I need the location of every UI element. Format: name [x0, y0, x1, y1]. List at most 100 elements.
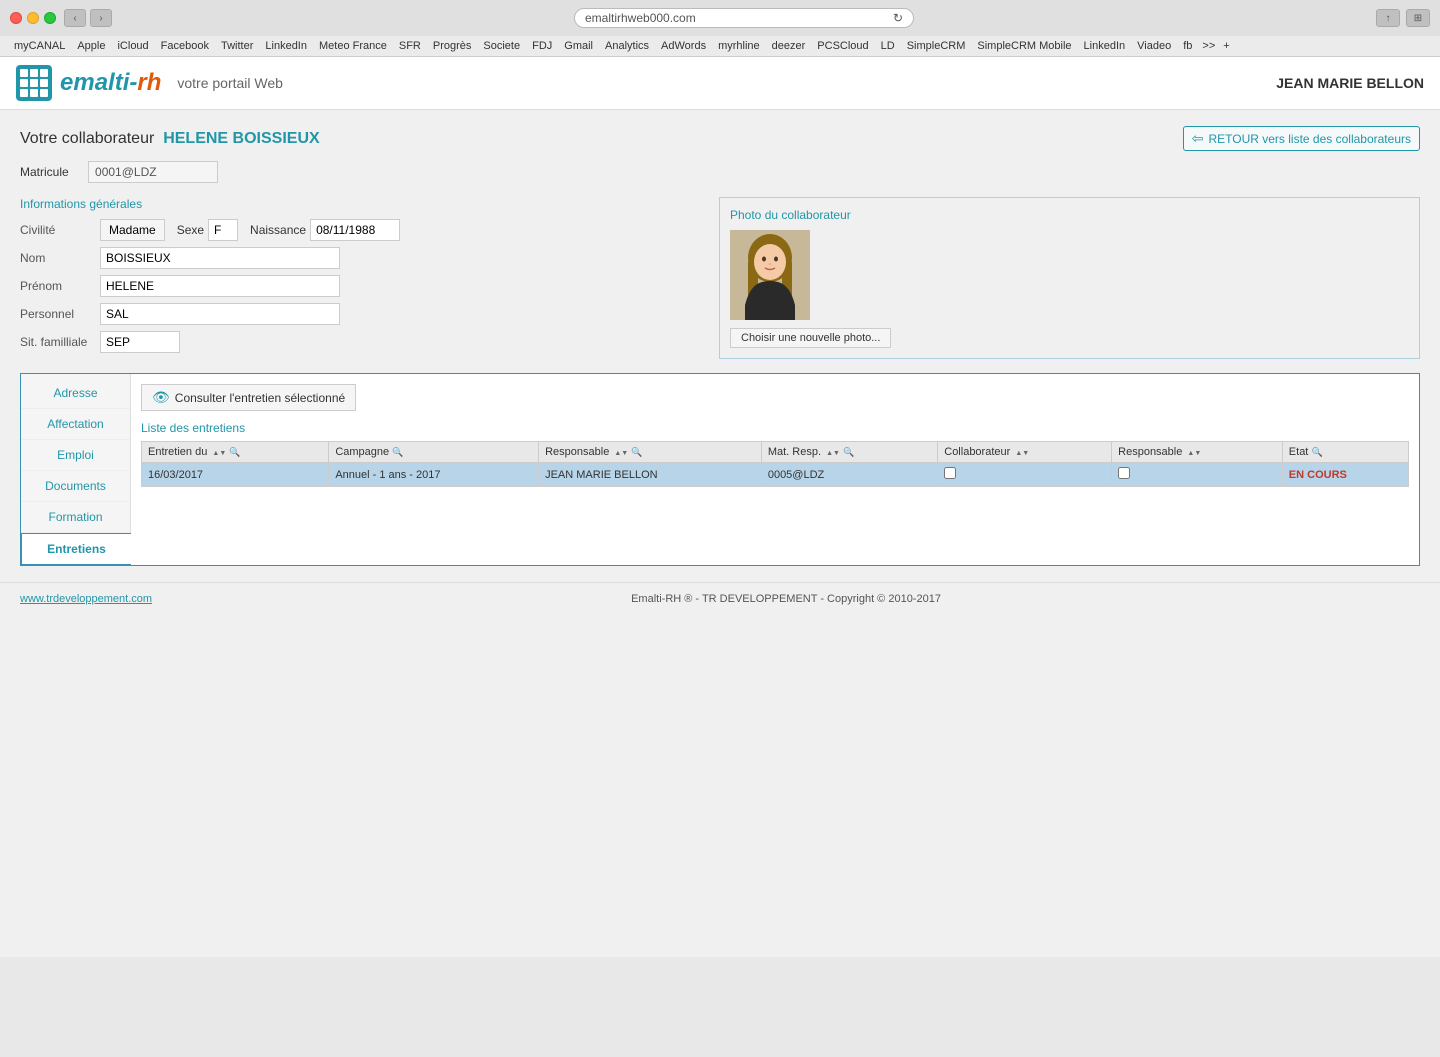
col-etat[interactable]: Etat 🔍 — [1282, 442, 1408, 463]
page-title-prefix: Votre collaborateur — [20, 130, 154, 147]
tab-adresse[interactable]: Adresse — [21, 378, 130, 409]
prenom-input[interactable] — [100, 275, 340, 297]
tab-documents[interactable]: Documents — [21, 471, 130, 502]
search-mat-icon[interactable]: 🔍 — [843, 447, 854, 457]
personnel-input[interactable] — [100, 303, 340, 325]
sort-mat-icon[interactable]: ▲▼ — [826, 450, 840, 457]
footer-link[interactable]: www.trdeveloppement.com — [20, 593, 152, 605]
address-bar-wrap: emaltirhweb000.com ↻ — [120, 8, 1368, 28]
new-tab-button[interactable]: ⊞ — [1406, 9, 1430, 27]
collab-checkbox[interactable] — [944, 467, 956, 479]
bookmarks-more[interactable]: >> — [1198, 39, 1219, 53]
cell-responsable-check[interactable] — [1112, 463, 1283, 487]
nom-row: Nom — [20, 247, 699, 269]
sexe-input[interactable] — [208, 219, 238, 241]
tabs-panel: Adresse Affectation Emploi Documents For… — [20, 373, 1420, 566]
bookmark-icloud[interactable]: iCloud — [111, 39, 154, 53]
sort-resp2-icon[interactable]: ▲▼ — [1187, 450, 1201, 457]
bookmark-meteo[interactable]: Meteo France — [313, 39, 393, 53]
bookmark-myrhline[interactable]: myrhline — [712, 39, 766, 53]
bookmark-simplecrm[interactable]: SimpleCRM — [901, 39, 972, 53]
address-bar[interactable]: emaltirhweb000.com ↻ — [574, 8, 914, 28]
bookmark-linkedin[interactable]: LinkedIn — [259, 39, 313, 53]
col-collaborateur-label: Collaborateur — [944, 446, 1010, 458]
civilite-value[interactable]: Madame — [100, 219, 165, 241]
bookmark-ld[interactable]: LD — [875, 39, 901, 53]
browser-titlebar: ‹ › emaltirhweb000.com ↻ ↑ ⊞ — [0, 0, 1440, 36]
bookmarks-add[interactable]: + — [1219, 39, 1233, 53]
bookmark-simplecrm-mobile[interactable]: SimpleCRM Mobile — [971, 39, 1077, 53]
table-row[interactable]: 16/03/2017 Annuel - 1 ans - 2017 JEAN MA… — [142, 463, 1409, 487]
bookmarks-bar: myCANAL Apple iCloud Facebook Twitter Li… — [0, 36, 1440, 57]
naissance-input[interactable] — [310, 219, 400, 241]
search-date-icon[interactable]: 🔍 — [229, 447, 240, 457]
bookmark-twitter[interactable]: Twitter — [215, 39, 259, 53]
bookmark-mycanal[interactable]: myCANAL — [8, 39, 71, 53]
tab-entretiens[interactable]: Entretiens — [21, 533, 131, 565]
logo-tagline: votre portail Web — [177, 75, 283, 91]
bookmark-adwords[interactable]: AdWords — [655, 39, 712, 53]
back-to-list-button[interactable]: ⇦ RETOUR vers liste des collaborateurs — [1183, 126, 1420, 151]
bookmark-gmail[interactable]: Gmail — [558, 39, 599, 53]
civilite-group: Madame Sexe Naissance — [100, 219, 400, 241]
entretiens-table: Entretien du ▲▼ 🔍 Campagne 🔍 Responsable… — [141, 441, 1409, 487]
col-mat-resp[interactable]: Mat. Resp. ▲▼ 🔍 — [761, 442, 937, 463]
tab-formation[interactable]: Formation — [21, 502, 130, 533]
browser-chrome: ‹ › emaltirhweb000.com ↻ ↑ ⊞ myCANAL App… — [0, 0, 1440, 57]
bookmark-analytics[interactable]: Analytics — [599, 39, 655, 53]
url-text: emaltirhweb000.com — [585, 11, 696, 25]
back-nav-button[interactable]: ‹ — [64, 9, 86, 27]
close-button[interactable] — [10, 12, 22, 24]
bookmark-progres[interactable]: Progrès — [427, 39, 478, 53]
consult-button[interactable]: 👁 Consulter l'entretien sélectionné — [141, 384, 356, 411]
col-date[interactable]: Entretien du ▲▼ 🔍 — [142, 442, 329, 463]
search-resp-icon[interactable]: 🔍 — [631, 447, 642, 457]
sort-resp-icon[interactable]: ▲▼ — [614, 450, 628, 457]
col-collaborateur[interactable]: Collaborateur ▲▼ — [938, 442, 1112, 463]
bookmark-apple[interactable]: Apple — [71, 39, 111, 53]
choose-photo-button[interactable]: Choisir une nouvelle photo... — [730, 328, 891, 348]
bookmark-viadeo[interactable]: Viadeo — [1131, 39, 1177, 53]
nom-label: Nom — [20, 251, 100, 265]
col-responsable[interactable]: Responsable ▲▼ 🔍 — [539, 442, 762, 463]
sit-fam-input[interactable] — [100, 331, 180, 353]
page-footer: www.trdeveloppement.com Emalti-RH ® - TR… — [0, 582, 1440, 615]
tab-emploi[interactable]: Emploi — [21, 440, 130, 471]
photo-area: Choisir une nouvelle photo... — [730, 230, 1409, 348]
col-responsable2-label: Responsable — [1118, 446, 1182, 458]
general-info-title[interactable]: Informations générales — [20, 197, 699, 211]
bookmark-linkedin2[interactable]: LinkedIn — [1078, 39, 1132, 53]
bookmark-sfr[interactable]: SFR — [393, 39, 427, 53]
search-campagne-icon[interactable]: 🔍 — [392, 447, 403, 457]
naissance-label: Naissance — [250, 223, 306, 237]
sort-date-icon[interactable]: ▲▼ — [212, 450, 226, 457]
bookmark-facebook[interactable]: Facebook — [155, 39, 215, 53]
cell-campagne: Annuel - 1 ans - 2017 — [329, 463, 539, 487]
cell-collaborateur-check[interactable] — [938, 463, 1112, 487]
nom-input[interactable] — [100, 247, 340, 269]
forward-nav-button[interactable]: › — [90, 9, 112, 27]
search-etat-icon[interactable]: 🔍 — [1311, 447, 1322, 457]
bookmark-societe[interactable]: Societe — [477, 39, 526, 53]
nav-buttons: ‹ › — [64, 9, 112, 27]
bookmark-fdj[interactable]: FDJ — [526, 39, 558, 53]
share-button[interactable]: ↑ — [1376, 9, 1400, 27]
bookmark-deezer[interactable]: deezer — [766, 39, 812, 53]
refresh-icon[interactable]: ↻ — [893, 11, 903, 25]
col-campagne[interactable]: Campagne 🔍 — [329, 442, 539, 463]
photo-title[interactable]: Photo du collaborateur — [730, 208, 1409, 222]
bookmark-fb[interactable]: fb — [1177, 39, 1198, 53]
col-responsable2[interactable]: Responsable ▲▼ — [1112, 442, 1283, 463]
entretiens-content: 👁 Consulter l'entretien sélectionné List… — [131, 374, 1419, 565]
minimize-button[interactable] — [27, 12, 39, 24]
eye-icon: 👁 — [152, 389, 170, 406]
sort-collab-icon[interactable]: ▲▼ — [1015, 450, 1029, 457]
resp-checkbox[interactable] — [1118, 467, 1130, 479]
matricule-input[interactable] — [88, 161, 218, 183]
logo-area: emalti-rh votre portail Web — [16, 65, 283, 101]
sexe-label: Sexe — [177, 223, 204, 237]
col-campagne-label: Campagne — [335, 446, 389, 458]
bookmark-pcscloud[interactable]: PCSCloud — [811, 39, 874, 53]
maximize-button[interactable] — [44, 12, 56, 24]
tab-affectation[interactable]: Affectation — [21, 409, 130, 440]
